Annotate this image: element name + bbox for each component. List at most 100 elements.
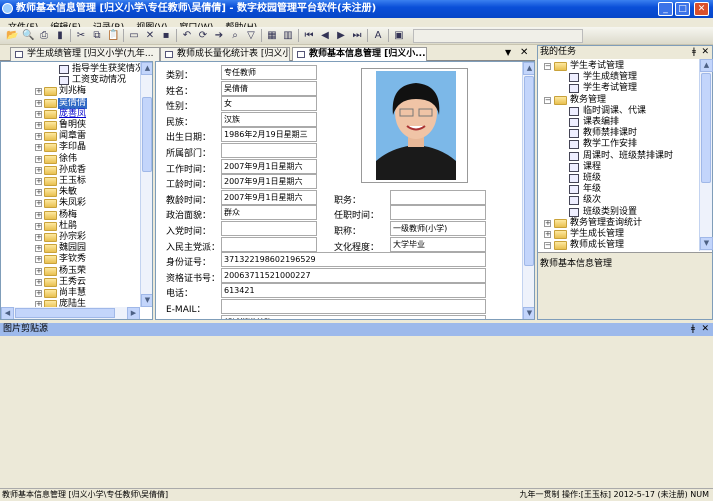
field-input[interactable]: 大学毕业 — [390, 236, 486, 252]
grid-icon[interactable]: ▥ — [282, 30, 294, 42]
tree-item[interactable]: 指导学生获奖情况 — [1, 64, 144, 75]
tree-item[interactable]: + 徐伟 — [1, 154, 140, 165]
task-tree-scrollbar[interactable]: ▲ ▼ — [699, 59, 713, 251]
next-icon[interactable]: ▶ — [335, 30, 347, 42]
task-item[interactable]: 班级 — [538, 173, 698, 184]
copy-icon[interactable]: ⧉ — [91, 30, 103, 42]
expand-icon[interactable]: + — [35, 256, 42, 264]
field-input[interactable]: 专任教师 — [221, 65, 317, 80]
maximize-button[interactable]: □ — [675, 2, 690, 16]
expand-icon[interactable]: + — [35, 267, 42, 275]
scroll-up-button[interactable]: ▲ — [700, 59, 713, 72]
find-icon[interactable]: ⌕ — [229, 30, 241, 42]
scroll-right-button[interactable]: ▶ — [127, 307, 140, 319]
scroll-thumb[interactable] — [142, 97, 152, 172]
scroll-left-button[interactable]: ◀ — [1, 307, 14, 319]
task-item[interactable]: 年级 — [538, 184, 698, 195]
tab-teacher-growth[interactable]: 教师成长量化统计表 [归义小... — [160, 47, 290, 61]
prev-icon[interactable]: ◀ — [319, 30, 331, 42]
task-item[interactable]: 学生考试管理 — [538, 83, 698, 94]
tree-item[interactable]: + 朱凤彩 — [1, 198, 140, 209]
field-input[interactable]: 女 — [221, 96, 317, 112]
task-item[interactable]: 课程 — [538, 162, 698, 173]
field-input[interactable]: 371322198602196529 — [221, 252, 486, 268]
calc-icon[interactable]: ▣ — [393, 30, 405, 42]
expand-icon[interactable]: + — [35, 178, 42, 185]
tree-item[interactable]: + 尚丰慧 — [1, 288, 140, 299]
field-input[interactable]: 2007年9月1日星期六 — [221, 158, 317, 174]
expand-icon[interactable]: + — [544, 219, 551, 227]
field-input[interactable]: 吴倩倩 — [221, 80, 317, 96]
scroll-thumb[interactable] — [701, 73, 711, 183]
h-scroll-thumb[interactable] — [15, 308, 115, 318]
expand-icon[interactable]: + — [35, 99, 42, 107]
field-input[interactable] — [221, 236, 317, 252]
close-panel-button[interactable]: ✕ — [701, 46, 709, 59]
task-item[interactable]: 教师禁排课时 — [538, 128, 698, 139]
task-item[interactable]: + 教务管理查询统计 — [538, 218, 698, 229]
tree-item[interactable]: + 王玉标 — [1, 176, 140, 187]
tree-item[interactable]: + 朱敏 — [1, 187, 140, 198]
expand-icon[interactable]: − — [544, 63, 551, 70]
field-input[interactable]: 一级教师(小学) — [390, 221, 486, 236]
tree-item[interactable]: + 孙成香 — [1, 165, 140, 176]
tree-item[interactable]: + 刘兆梅 — [1, 86, 140, 97]
close-panel-button[interactable]: ✕ — [701, 323, 709, 336]
tree-item[interactable]: + 杨梅 — [1, 210, 140, 221]
print-icon[interactable]: ⎙ — [38, 30, 50, 42]
scroll-thumb[interactable] — [524, 76, 534, 266]
first-icon[interactable]: ⏮ — [303, 30, 315, 42]
expand-icon[interactable]: + — [35, 290, 42, 297]
task-item[interactable]: 临时调课、代课 — [538, 106, 698, 117]
tree-item[interactable]: + 闻章雷 — [1, 131, 140, 142]
print-preview-icon[interactable]: 🔍 — [22, 30, 34, 42]
expand-icon[interactable]: − — [544, 242, 551, 250]
last-icon[interactable]: ⏭ — [351, 30, 363, 42]
task-item[interactable]: 教学工作安排 — [538, 139, 698, 150]
task-item[interactable]: 课表编排 — [538, 117, 698, 128]
tree-item[interactable]: 工资变动情况 — [1, 75, 140, 86]
close-tab-button[interactable]: ✕ — [520, 47, 528, 58]
refresh-icon[interactable]: ⟳ — [197, 30, 209, 42]
expand-icon[interactable]: + — [35, 222, 42, 230]
goto-icon[interactable]: ➔ — [213, 30, 225, 42]
expand-icon[interactable]: + — [544, 231, 551, 238]
field-input[interactable]: 郯城街道关路口 — [221, 314, 486, 319]
field-input[interactable]: 2007年9月1日星期六 — [221, 174, 317, 190]
expand-icon[interactable]: + — [35, 133, 42, 141]
scroll-down-button[interactable]: ▼ — [523, 307, 534, 319]
tree-item[interactable]: + 魏园园 — [1, 243, 140, 254]
filter2-icon[interactable]: ▦ — [266, 30, 278, 42]
paste-icon[interactable]: 📋 — [107, 30, 119, 42]
field-input[interactable] — [221, 299, 486, 314]
tree-item[interactable]: + 孙宗彩 — [1, 232, 140, 243]
filter-icon[interactable]: ▽ — [245, 30, 257, 42]
pin-icon[interactable]: ǂ — [692, 46, 696, 59]
expand-icon[interactable]: + — [35, 234, 42, 241]
expand-icon[interactable]: − — [544, 96, 551, 104]
save-icon[interactable]: ▪ — [160, 30, 172, 42]
open-icon[interactable]: 📂 — [6, 30, 18, 42]
field-input[interactable]: 群众 — [221, 205, 317, 221]
field-input[interactable]: 汉族 — [221, 111, 317, 127]
field-input[interactable] — [390, 189, 486, 205]
expand-icon[interactable]: + — [35, 278, 42, 286]
minimize-button[interactable]: _ — [658, 2, 673, 16]
tree-item[interactable]: + 杜鹃 — [1, 221, 140, 232]
tab-list-dropdown[interactable]: ▼ — [505, 48, 511, 57]
tree-item[interactable]: + 李印晶 — [1, 142, 140, 153]
undo-icon[interactable]: ↶ — [181, 30, 193, 42]
new-icon[interactable]: ▭ — [128, 30, 140, 42]
pin-icon[interactable]: ǂ — [691, 323, 695, 336]
task-item[interactable]: + 学生成长管理 — [538, 229, 698, 240]
task-item[interactable]: 班级类别设置 — [538, 207, 698, 218]
task-item[interactable]: − 教务管理 — [538, 95, 698, 106]
delete-x-icon[interactable]: ✕ — [144, 30, 156, 42]
expand-icon[interactable]: + — [35, 189, 42, 197]
tree-vertical-scrollbar[interactable]: ▲ ▼ — [140, 62, 152, 307]
scroll-up-button[interactable]: ▲ — [523, 62, 534, 75]
tree-horizontal-scrollbar[interactable]: ◀ ▶ — [1, 307, 140, 319]
toolbar-combo[interactable] — [413, 28, 583, 43]
expand-icon[interactable]: + — [35, 110, 42, 118]
teacher-photo[interactable] — [361, 68, 468, 183]
